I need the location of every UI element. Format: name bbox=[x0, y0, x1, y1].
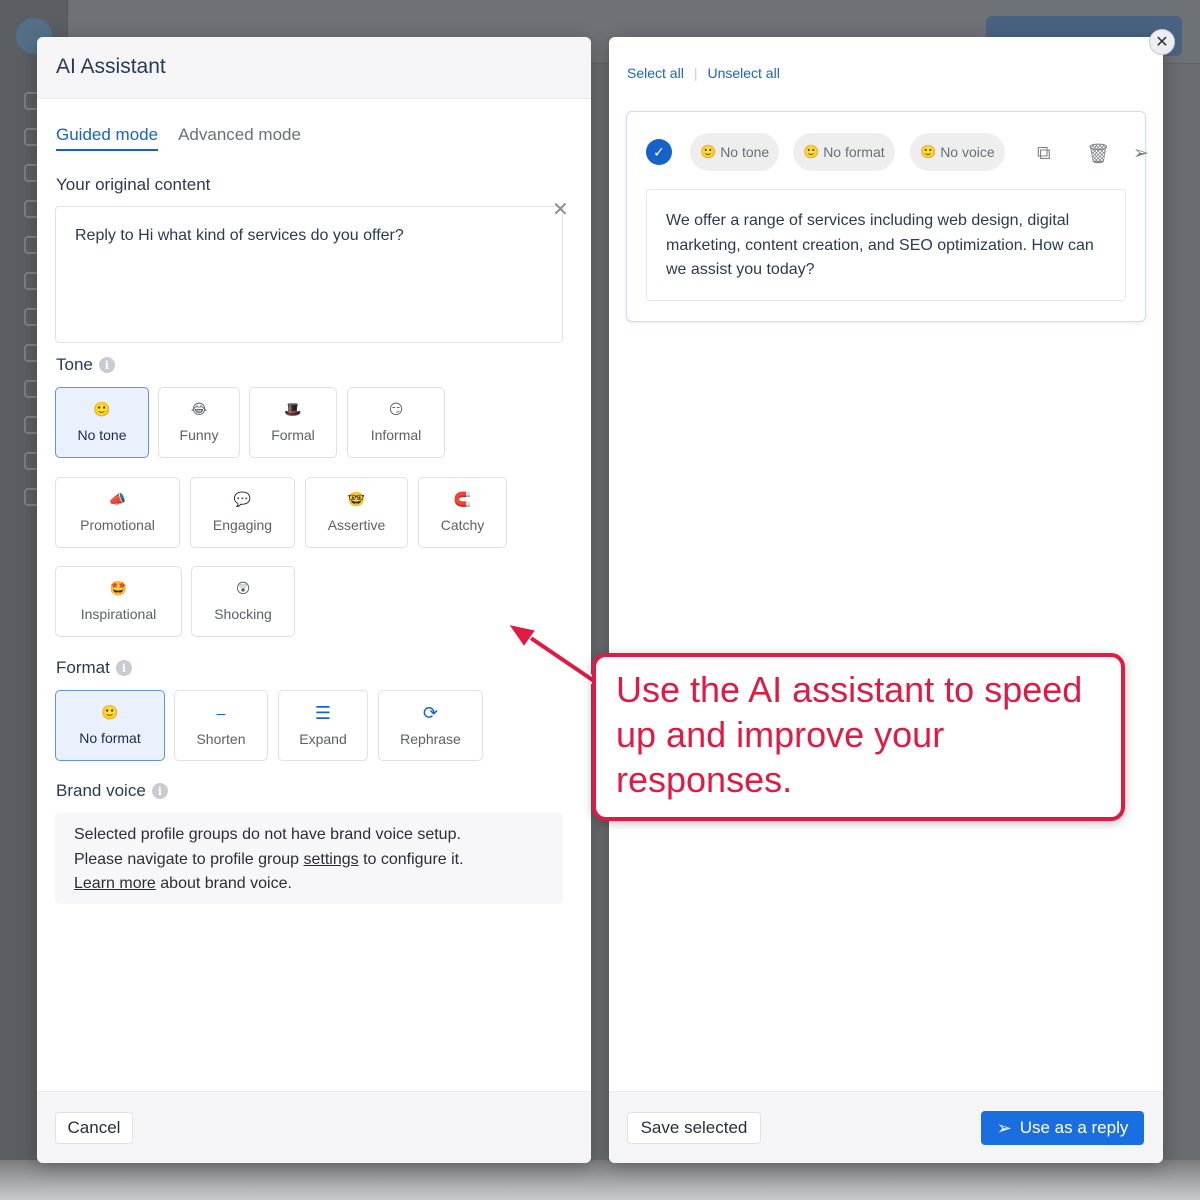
tone-option-engaging[interactable]: 💬 Engaging bbox=[190, 477, 295, 548]
brand-voice-text: to configure it. bbox=[358, 850, 464, 868]
laughing-icon: 😂 bbox=[190, 401, 208, 418]
slight-smile-icon: 🙂 bbox=[920, 144, 937, 160]
panel-header: AI Assistant bbox=[37, 37, 591, 99]
tone-option-label: Shocking bbox=[214, 605, 272, 622]
star-struck-icon: 🤩 bbox=[109, 580, 128, 597]
slight-smile-icon: 🙂 bbox=[101, 704, 119, 721]
format-option-label: Expand bbox=[299, 730, 347, 747]
result-card[interactable]: ✓ 🙂 No tone 🙂 No format 🙂 No voice ⧉ 🗑 ➢… bbox=[626, 111, 1149, 322]
brand-voice-text: about brand voice. bbox=[155, 875, 292, 892]
learn-more-link[interactable]: Learn more bbox=[74, 875, 156, 892]
checkmark-icon[interactable]: ✓ bbox=[646, 139, 672, 165]
speech-bubble-icon: 💬 bbox=[233, 491, 252, 508]
copy-icon[interactable]: ⧉ bbox=[1037, 142, 1051, 164]
format-option-expand[interactable]: ☰ Expand bbox=[278, 690, 368, 761]
brand-voice-text: Please navigate to profile group bbox=[74, 850, 304, 868]
refresh-icon: ⟳ bbox=[422, 702, 439, 724]
tone-option-funny[interactable]: 😂 Funny bbox=[158, 387, 240, 458]
trash-icon[interactable]: 🗑 bbox=[1086, 142, 1110, 165]
tag-chip-voice: 🙂 No voice bbox=[910, 133, 1005, 171]
tone-option-label: Engaging bbox=[212, 516, 273, 533]
info-icon[interactable]: i bbox=[98, 357, 115, 373]
cancel-button[interactable]: Cancel bbox=[55, 1112, 133, 1144]
brand-voice-line-2: Please navigate to profile group setting… bbox=[74, 848, 544, 873]
format-option-label: Shorten bbox=[196, 730, 246, 747]
brand-voice-label-text: Brand voice bbox=[56, 781, 146, 800]
magnet-icon: 🧲 bbox=[453, 491, 472, 508]
format-option-no-format[interactable]: 🙂 No format bbox=[55, 690, 165, 761]
info-icon[interactable]: i bbox=[151, 783, 168, 799]
result-text[interactable]: We offer a range of services including w… bbox=[646, 189, 1126, 301]
left-panel-footer: Cancel bbox=[37, 1091, 591, 1163]
slight-smile-icon: 🙂 bbox=[700, 144, 717, 160]
save-selected-button[interactable]: Save selected bbox=[627, 1112, 761, 1144]
original-content-label: Your original content bbox=[56, 175, 211, 194]
format-option-label: No format bbox=[79, 729, 141, 746]
mode-tabs: Guided mode Advanced mode bbox=[56, 125, 301, 151]
tone-label-text: Tone bbox=[56, 355, 93, 374]
tag-chip-format: 🙂 No format bbox=[793, 133, 895, 171]
format-option-rephrase[interactable]: ⟳ Rephrase bbox=[378, 690, 483, 761]
results-panel: Select all | Unselect all ✓ 🙂 No tone 🙂 … bbox=[609, 37, 1163, 1163]
megaphone-icon: 📣 bbox=[108, 491, 127, 508]
tone-option-no-tone[interactable]: 🙂 No tone bbox=[55, 387, 149, 458]
smirk-icon: 😏 bbox=[388, 401, 404, 418]
dialog-title: AI Assistant bbox=[56, 55, 166, 78]
tone-option-label: Formal bbox=[271, 426, 315, 443]
format-label: Format i bbox=[56, 658, 132, 678]
tone-label: Tone i bbox=[56, 355, 115, 375]
annotation-callout: Use the AI assistant to speed up and imp… bbox=[592, 653, 1125, 821]
tone-option-label: No tone bbox=[77, 426, 127, 443]
brand-voice-line-1: Selected profile groups do not have bran… bbox=[74, 826, 461, 843]
brand-voice-notice: Selected profile groups do not have bran… bbox=[55, 813, 563, 904]
info-icon[interactable]: i bbox=[115, 660, 132, 676]
selection-links: Select all | Unselect all bbox=[627, 65, 780, 81]
tone-option-informal[interactable]: 😏 Informal bbox=[347, 387, 445, 458]
expand-lines-icon: ☰ bbox=[314, 702, 332, 724]
chip-label: No voice bbox=[940, 144, 995, 160]
shorten-icon: ⎯ bbox=[216, 702, 226, 724]
tone-option-shocking[interactable]: 😲 Shocking bbox=[191, 566, 295, 637]
slight-smile-icon: 🙂 bbox=[803, 144, 820, 160]
tag-chip-tone: 🙂 No tone bbox=[690, 133, 780, 171]
chip-label: No format bbox=[823, 144, 885, 160]
unselect-all-link[interactable]: Unselect all bbox=[707, 65, 779, 81]
format-option-label: Rephrase bbox=[400, 730, 461, 747]
tab-guided-mode[interactable]: Guided mode bbox=[56, 125, 159, 151]
ai-assistant-panel: AI Assistant Guided mode Advanced mode Y… bbox=[37, 37, 591, 1163]
tone-option-formal[interactable]: 🎩 Formal bbox=[249, 387, 337, 458]
send-icon: ➢ bbox=[996, 1117, 1012, 1138]
tone-option-label: Funny bbox=[179, 426, 219, 443]
original-content-input[interactable]: Reply to Hi what kind of services do you… bbox=[55, 206, 563, 343]
tone-option-label: Inspirational bbox=[80, 605, 157, 622]
send-icon[interactable]: ➢ bbox=[1133, 142, 1149, 164]
background-bottom bbox=[0, 1160, 1200, 1200]
astonished-face-icon: 😲 bbox=[235, 580, 251, 597]
use-as-reply-label: Use as a reply bbox=[1019, 1118, 1129, 1137]
tone-option-label: Assertive bbox=[327, 516, 386, 533]
right-panel-footer: Save selected ➢ Use as a reply bbox=[609, 1091, 1163, 1163]
close-icon[interactable]: ✕ bbox=[1149, 29, 1175, 55]
tab-advanced-mode[interactable]: Advanced mode bbox=[178, 125, 301, 151]
tone-option-promotional[interactable]: 📣 Promotional bbox=[55, 477, 180, 548]
settings-link[interactable]: settings bbox=[303, 851, 358, 868]
brand-voice-line-3: Learn more about brand voice. bbox=[74, 872, 544, 897]
chip-label: No tone bbox=[720, 144, 770, 160]
tone-option-catchy[interactable]: 🧲 Catchy bbox=[418, 477, 507, 548]
nerd-face-icon: 🤓 bbox=[347, 491, 366, 508]
tone-option-label: Catchy bbox=[440, 516, 485, 533]
brand-voice-label: Brand voice i bbox=[56, 781, 168, 801]
use-as-reply-button[interactable]: ➢ Use as a reply bbox=[981, 1111, 1144, 1145]
tone-option-label: Informal bbox=[370, 426, 422, 443]
link-separator: | bbox=[693, 65, 698, 81]
close-icon[interactable]: ✕ bbox=[552, 197, 569, 222]
top-hat-icon: 🎩 bbox=[284, 401, 302, 418]
tone-option-assertive[interactable]: 🤓 Assertive bbox=[305, 477, 408, 548]
select-all-link[interactable]: Select all bbox=[627, 65, 684, 81]
tone-option-label: Promotional bbox=[80, 516, 155, 533]
tone-option-inspirational[interactable]: 🤩 Inspirational bbox=[55, 566, 182, 637]
format-label-text: Format bbox=[56, 658, 110, 677]
slight-smile-icon: 🙂 bbox=[93, 401, 111, 418]
format-option-shorten[interactable]: ⎯ Shorten bbox=[174, 690, 268, 761]
